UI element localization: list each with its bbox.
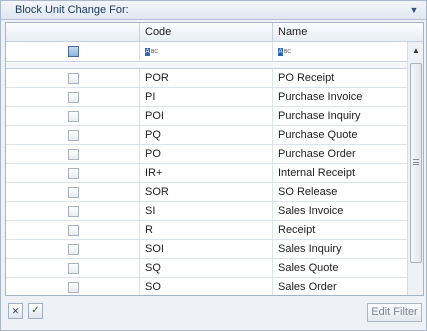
filter-cell-code[interactable]: A BC: [140, 42, 273, 62]
grid-header: Code Name: [6, 23, 423, 42]
code-cell[interactable]: SOI: [140, 240, 273, 259]
row-select-cell: [6, 107, 140, 126]
row-select-cell: [6, 202, 140, 221]
scrollbar-thumb[interactable]: [410, 63, 422, 263]
row-select-cell: [6, 240, 140, 259]
table-row[interactable]: PO Purchase Order: [6, 145, 407, 164]
code-cell[interactable]: IR+: [140, 164, 273, 183]
code-cell[interactable]: R: [140, 221, 273, 240]
table-row[interactable]: SOI Sales Inquiry: [6, 240, 407, 259]
row-checkbox[interactable]: [68, 92, 79, 103]
panel-title: Block Unit Change For:: [15, 4, 129, 16]
name-cell[interactable]: Internal Receipt: [273, 164, 407, 183]
table-row[interactable]: SO Sales Order: [6, 278, 407, 295]
edit-filter-button[interactable]: Edit Filter: [367, 303, 422, 322]
column-header-select[interactable]: [6, 23, 140, 42]
code-cell[interactable]: POR: [140, 69, 273, 88]
column-header-code[interactable]: Code: [140, 23, 273, 42]
select-all-checkbox[interactable]: [68, 46, 79, 57]
row-select-cell: [6, 278, 140, 295]
filter-footer: ✕ ✓ Edit Filter: [5, 299, 424, 327]
code-cell[interactable]: PQ: [140, 126, 273, 145]
row-checkbox[interactable]: [68, 168, 79, 179]
table-row[interactable]: PQ Purchase Quote: [6, 126, 407, 145]
name-cell[interactable]: PO Receipt: [273, 69, 407, 88]
close-icon[interactable]: ✕: [8, 303, 23, 319]
code-cell[interactable]: POI: [140, 107, 273, 126]
name-cell[interactable]: Purchase Order: [273, 145, 407, 164]
scroll-up-icon[interactable]: ▲: [409, 43, 423, 59]
filter-cell-select: [6, 42, 140, 62]
row-checkbox[interactable]: [68, 282, 79, 293]
table-row[interactable]: SI Sales Invoice: [6, 202, 407, 221]
table-row[interactable]: PI Purchase Invoice: [6, 88, 407, 107]
chevron-down-icon[interactable]: ▼: [407, 4, 421, 17]
code-cell[interactable]: PI: [140, 88, 273, 107]
name-cell[interactable]: Sales Invoice: [273, 202, 407, 221]
table-row[interactable]: SQ Sales Quote: [6, 259, 407, 278]
row-checkbox[interactable]: [68, 111, 79, 122]
code-cell[interactable]: SQ: [140, 259, 273, 278]
column-header-name[interactable]: Name: [273, 23, 423, 42]
abc-text-filter-icon: A BC: [278, 48, 291, 56]
name-cell[interactable]: Sales Inquiry: [273, 240, 407, 259]
code-cell[interactable]: SO: [140, 278, 273, 295]
row-checkbox[interactable]: [68, 73, 79, 84]
row-checkbox[interactable]: [68, 206, 79, 217]
name-cell[interactable]: Sales Quote: [273, 259, 407, 278]
row-select-cell: [6, 145, 140, 164]
row-select-cell: [6, 164, 140, 183]
name-cell[interactable]: Purchase Inquiry: [273, 107, 407, 126]
filter-cell-name[interactable]: A BC: [273, 42, 407, 62]
grid-rows: POR PO Receipt PI Purchase Invoice POI Purcha…: [6, 67, 407, 295]
row-select-cell: [6, 88, 140, 107]
table-row[interactable]: SOR SO Release: [6, 183, 407, 202]
row-checkbox[interactable]: [68, 130, 79, 141]
abc-text-filter-icon: A BC: [145, 48, 158, 56]
code-cell[interactable]: SI: [140, 202, 273, 221]
row-select-cell: [6, 126, 140, 145]
row-select-cell: [6, 259, 140, 278]
grip-icon: [413, 159, 419, 165]
row-checkbox[interactable]: [68, 149, 79, 160]
row-select-cell: [6, 69, 140, 88]
filter-row: A BC A BC: [6, 42, 407, 62]
block-unit-change-panel: Block Unit Change For: ▼ Code Name A BC A…: [0, 0, 427, 331]
row-checkbox[interactable]: [68, 187, 79, 198]
code-cell[interactable]: SOR: [140, 183, 273, 202]
document-grid: Code Name A BC A BC POR PO Receipt PI Purchas…: [5, 22, 424, 296]
panel-header[interactable]: Block Unit Change For: ▼: [1, 1, 426, 20]
name-cell[interactable]: Sales Order: [273, 278, 407, 295]
row-select-cell: [6, 221, 140, 240]
row-checkbox[interactable]: [68, 244, 79, 255]
check-icon[interactable]: ✓: [28, 303, 43, 319]
row-checkbox[interactable]: [68, 225, 79, 236]
row-select-cell: [6, 183, 140, 202]
name-cell[interactable]: Receipt: [273, 221, 407, 240]
table-row[interactable]: R Receipt: [6, 221, 407, 240]
row-checkbox[interactable]: [68, 263, 79, 274]
name-cell[interactable]: Purchase Quote: [273, 126, 407, 145]
table-row[interactable]: POR PO Receipt: [6, 69, 407, 88]
name-cell[interactable]: SO Release: [273, 183, 407, 202]
table-row[interactable]: POI Purchase Inquiry: [6, 107, 407, 126]
code-cell[interactable]: PO: [140, 145, 273, 164]
table-row[interactable]: IR+ Internal Receipt: [6, 164, 407, 183]
name-cell[interactable]: Purchase Invoice: [273, 88, 407, 107]
vertical-scrollbar[interactable]: ▲: [407, 42, 423, 295]
